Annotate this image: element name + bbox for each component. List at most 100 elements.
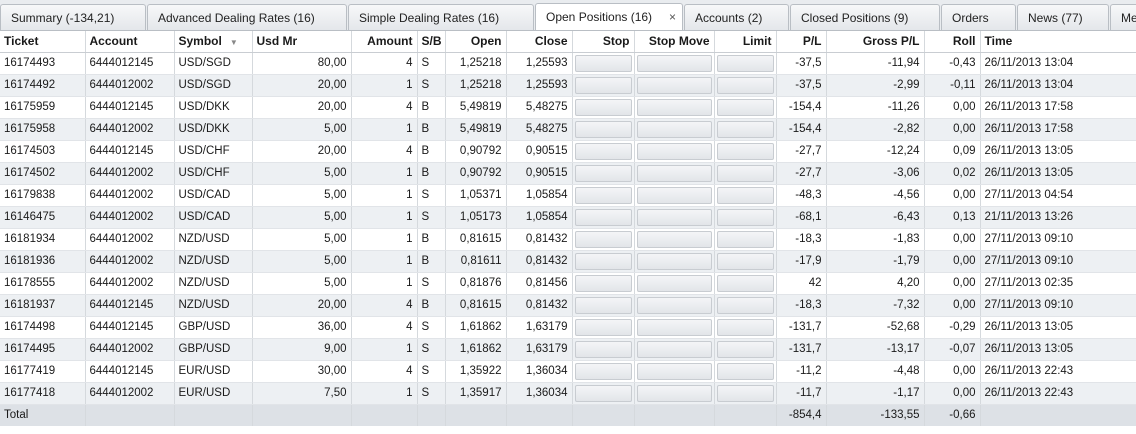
limit-button[interactable] xyxy=(716,120,774,138)
table-row[interactable]: 16177419 6444012145 EUR/USD 30,00 4 S 1,35922 1… xyxy=(0,360,1136,383)
col-header-gross-pl[interactable]: Gross P/L xyxy=(826,31,925,53)
table-row[interactable]: 16175958 6444012002 USD/DKK 5,00 1 B 5,49819 5,… xyxy=(0,118,1136,141)
table-row[interactable]: 16174503 6444012145 USD/CHF 20,00 4 B 0,90792 0… xyxy=(0,140,1136,163)
stop-button[interactable] xyxy=(574,120,632,138)
stop-button[interactable] xyxy=(574,76,632,94)
col-header-time[interactable]: Time xyxy=(980,31,1136,53)
stop-move-button[interactable] xyxy=(636,340,712,358)
col-header-symbol[interactable]: Symbol ▼ xyxy=(174,31,253,53)
table-row[interactable]: 16181936 6444012002 NZD/USD 5,00 1 B 0,81611 0,… xyxy=(0,250,1136,273)
stop-button[interactable] xyxy=(574,164,632,182)
close-icon[interactable]: × xyxy=(669,4,676,30)
table-row[interactable]: 16179838 6444012002 USD/CAD 5,00 1 S 1,05371 1,… xyxy=(0,184,1136,207)
col-header-account[interactable]: Account xyxy=(85,31,175,53)
stop-button[interactable] xyxy=(574,230,632,248)
limit-button[interactable] xyxy=(716,76,774,94)
table-row[interactable]: 16178555 6444012002 NZD/USD 5,00 1 S 0,81876 0,… xyxy=(0,272,1136,295)
tab-summary[interactable]: Summary (-134,21) xyxy=(0,4,146,30)
limit-button[interactable] xyxy=(716,98,774,116)
tab-me[interactable]: Me xyxy=(1110,4,1136,30)
stop-button[interactable] xyxy=(574,296,632,314)
stop-button[interactable] xyxy=(574,54,632,72)
col-header-stop-move[interactable]: Stop Move xyxy=(634,31,715,53)
stop-button[interactable] xyxy=(574,318,632,336)
tab-accounts[interactable]: Accounts (2) xyxy=(684,4,789,30)
limit-button[interactable] xyxy=(716,208,774,226)
limit-button[interactable] xyxy=(716,384,774,402)
limit-button[interactable] xyxy=(716,274,774,292)
col-header-pl[interactable]: P/L xyxy=(776,31,827,53)
stop-button[interactable] xyxy=(574,384,632,402)
col-header-limit[interactable]: Limit xyxy=(714,31,777,53)
table-row[interactable]: 16174493 6444012145 USD/SGD 80,00 4 S 1,25218 1… xyxy=(0,52,1136,75)
table-row[interactable]: 16177418 6444012002 EUR/USD 7,50 1 S 1,35917 1,… xyxy=(0,382,1136,405)
limit-button[interactable] xyxy=(716,252,774,270)
limit-button[interactable] xyxy=(716,340,774,358)
table-row[interactable]: 16181934 6444012002 NZD/USD 5,00 1 B 0,81615 0,… xyxy=(0,228,1136,251)
cell-pl: -37,5 xyxy=(776,52,827,75)
limit-button[interactable] xyxy=(716,230,774,248)
tab-news[interactable]: News (77) xyxy=(1017,4,1109,30)
cell-account: 6444012145 xyxy=(85,140,175,163)
stop-button[interactable] xyxy=(574,208,632,226)
table-row[interactable]: 16174495 6444012002 GBP/USD 9,00 1 S 1,61862 1,… xyxy=(0,338,1136,361)
tab-label: Accounts (2) xyxy=(695,11,763,25)
stop-button[interactable] xyxy=(574,252,632,270)
cell-limit xyxy=(714,316,777,339)
tab-closed-positions[interactable]: Closed Positions (9) xyxy=(790,4,940,30)
col-header-roll[interactable]: Roll xyxy=(924,31,981,53)
table-row[interactable]: 16146475 6444012002 USD/CAD 5,00 1 S 1,05173 1,… xyxy=(0,206,1136,229)
stop-move-button[interactable] xyxy=(636,230,712,248)
limit-button[interactable] xyxy=(716,142,774,160)
cell-account: 6444012002 xyxy=(85,118,175,141)
stop-move-button[interactable] xyxy=(636,296,712,314)
stop-move-button[interactable] xyxy=(636,186,712,204)
cell-sb: B xyxy=(417,228,446,251)
tab-advanced-dealing-rates[interactable]: Advanced Dealing Rates (16) xyxy=(147,4,347,30)
stop-button[interactable] xyxy=(574,340,632,358)
table-row[interactable]: 16174498 6444012145 GBP/USD 36,00 4 S 1,61862 1… xyxy=(0,316,1136,339)
limit-button[interactable] xyxy=(716,164,774,182)
stop-move-button[interactable] xyxy=(636,362,712,380)
table-row[interactable]: 16175959 6444012145 USD/DKK 20,00 4 B 5,49819 5… xyxy=(0,96,1136,119)
limit-button[interactable] xyxy=(716,296,774,314)
limit-button[interactable] xyxy=(716,54,774,72)
col-header-amount[interactable]: Amount xyxy=(351,31,418,53)
col-header-ticket[interactable]: Ticket xyxy=(0,31,86,53)
col-header-stop[interactable]: Stop xyxy=(572,31,635,53)
stop-move-button[interactable] xyxy=(636,318,712,336)
limit-button[interactable] xyxy=(716,318,774,336)
stop-move-button[interactable] xyxy=(636,120,712,138)
stop-button[interactable] xyxy=(574,362,632,380)
stop-move-button[interactable] xyxy=(636,208,712,226)
col-header-sb[interactable]: S/B xyxy=(417,31,446,53)
stop-button[interactable] xyxy=(574,98,632,116)
stop-move-button[interactable] xyxy=(636,164,712,182)
stop-move-button[interactable] xyxy=(636,252,712,270)
stop-move-button[interactable] xyxy=(636,98,712,116)
stop-move-button[interactable] xyxy=(636,384,712,402)
stop-button[interactable] xyxy=(574,142,632,160)
tab-orders[interactable]: Orders xyxy=(941,4,1016,30)
stop-move-button[interactable] xyxy=(636,274,712,292)
limit-button[interactable] xyxy=(716,362,774,380)
tab-open-positions[interactable]: Open Positions (16) × xyxy=(535,3,683,30)
limit-button[interactable] xyxy=(716,186,774,204)
cell-limit xyxy=(714,272,777,295)
col-header-open[interactable]: Open xyxy=(445,31,507,53)
cell-gross-pl: -6,43 xyxy=(826,206,925,229)
stop-move-button[interactable] xyxy=(636,142,712,160)
cell-sb: B xyxy=(417,294,446,317)
stop-move-button[interactable] xyxy=(636,54,712,72)
stop-button[interactable] xyxy=(574,274,632,292)
cell-symbol: USD/DKK xyxy=(174,96,253,119)
stop-button[interactable] xyxy=(574,186,632,204)
table-row[interactable]: 16181937 6444012145 NZD/USD 20,00 4 B 0,81615 0… xyxy=(0,294,1136,317)
col-header-usd-mr[interactable]: Usd Mr xyxy=(252,31,352,53)
stop-move-button[interactable] xyxy=(636,76,712,94)
tab-label: News (77) xyxy=(1028,11,1083,25)
table-row[interactable]: 16174502 6444012002 USD/CHF 5,00 1 B 0,90792 0,… xyxy=(0,162,1136,185)
tab-simple-dealing-rates[interactable]: Simple Dealing Rates (16) xyxy=(348,4,534,30)
table-row[interactable]: 16174492 6444012002 USD/SGD 20,00 1 S 1,25218 1… xyxy=(0,74,1136,97)
col-header-close[interactable]: Close xyxy=(506,31,573,53)
